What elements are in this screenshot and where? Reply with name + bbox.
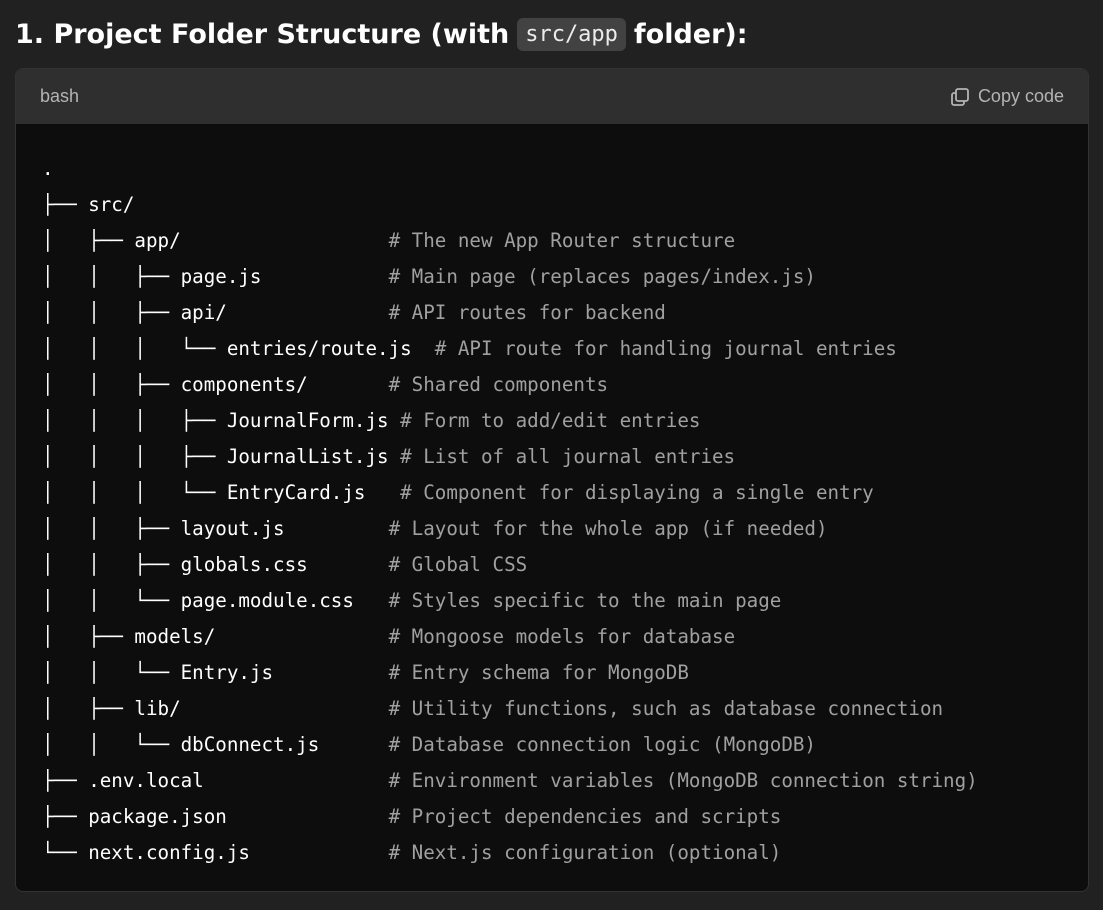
code-line-path: ├── package.json	[42, 805, 389, 828]
code-line-path: │ │ └── dbConnect.js	[42, 733, 389, 756]
code-line-path: │ │ │ └── entries/route.js	[42, 337, 435, 360]
code-line-path: │ │ ├── layout.js	[42, 517, 389, 540]
code-line-path: │ │ ├── api/	[42, 301, 389, 324]
code-line-comment: # Database connection logic (MongoDB)	[388, 733, 816, 756]
code-line: │ │ │ └── entries/route.js # API route f…	[42, 331, 1062, 367]
code-line: │ │ ├── api/ # API routes for backend	[42, 295, 1062, 331]
code-line: │ │ ├── components/ # Shared components	[42, 367, 1062, 403]
code-line-comment: # Mongoose models for database	[388, 625, 736, 648]
code-line: │ ├── models/ # Mongoose models for data…	[42, 619, 1062, 655]
heading-prefix: 1. Project Folder Structure (with	[15, 18, 510, 50]
code-line-path: │ │ ├── components/	[42, 373, 389, 396]
code-block-header: bash Copy code	[16, 69, 1088, 124]
heading-suffix: folder):	[633, 18, 748, 50]
code-line-path: │ │ └── page.module.css	[42, 589, 389, 612]
code-line-path: ├── src/	[42, 193, 135, 216]
code-line-path: │ ├── lib/	[42, 697, 389, 720]
code-line: │ │ │ ├── JournalForm.js # Form to add/e…	[42, 403, 1062, 439]
code-line: │ │ │ └── EntryCard.js # Component for d…	[42, 475, 1062, 511]
code-line-comment: # Utility functions, such as database co…	[388, 697, 944, 720]
code-line-comment: # Layout for the whole app (if needed)	[388, 517, 828, 540]
code-line: │ │ ├── layout.js # Layout for the whole…	[42, 511, 1062, 547]
code-line: ├── src/	[42, 187, 1062, 223]
code-line: │ │ └── Entry.js # Entry schema for Mong…	[42, 655, 1062, 691]
code-line-comment: # Environment variables (MongoDB connect…	[388, 769, 978, 792]
copy-code-label: Copy code	[977, 86, 1064, 106]
code-line-path: │ │ │ └── EntryCard.js	[42, 481, 401, 504]
code-line-comment: # API route for handling journal entries	[434, 337, 897, 360]
code-line-path: │ ├── models/	[42, 625, 389, 648]
code-line-path: │ ├── app/	[42, 229, 389, 252]
section-heading: 1. Project Folder Structure (with src/ap…	[15, 15, 748, 53]
code-line-comment: # Entry schema for MongoDB	[388, 661, 689, 684]
code-line-comment: # List of all journal entries	[400, 445, 736, 468]
copy-code-button[interactable]: Copy code	[950, 86, 1064, 107]
code-line-path: │ │ └── Entry.js	[42, 661, 389, 684]
code-line: │ ├── app/ # The new App Router structur…	[42, 223, 1062, 259]
code-line-comment: # Project dependencies and scripts	[388, 805, 782, 828]
code-line: │ ├── lib/ # Utility functions, such as …	[42, 691, 1062, 727]
code-line-comment: # Main page (replaces pages/index.js)	[388, 265, 816, 288]
code-line-comment: # Global CSS	[388, 553, 528, 576]
code-language-label: bash	[40, 86, 80, 106]
code-line: │ │ │ ├── JournalList.js # List of all j…	[42, 439, 1062, 475]
code-line: └── next.config.js # Next.js configurati…	[42, 835, 1062, 871]
code-line-path: │ │ │ ├── JournalForm.js	[42, 409, 401, 432]
code-content: . ├── src/ │ ├── app/ # The new App Router…	[16, 124, 1088, 871]
code-line-comment: # The new App Router structure	[388, 229, 736, 252]
code-line-path: │ │ ├── globals.css	[42, 553, 389, 576]
code-body: . ├── src/ │ ├── app/ # The new App Router…	[16, 124, 1088, 871]
code-line: .	[42, 151, 1062, 187]
code-block: bash Copy code . ├── src/ │ ├── app/ # The…	[15, 68, 1089, 892]
code-line: ├── package.json # Project dependencies …	[42, 799, 1062, 835]
code-line-comment: # Shared components	[388, 373, 609, 396]
code-line: │ │ └── page.module.css # Styles specifi…	[42, 583, 1062, 619]
code-line: │ │ └── dbConnect.js # Database connecti…	[42, 727, 1062, 763]
code-line-comment: # API routes for backend	[388, 301, 666, 324]
code-line-comment: # Next.js configuration (optional)	[388, 841, 782, 864]
code-line-path: └── next.config.js	[42, 841, 389, 864]
code-line: │ │ ├── page.js # Main page (replaces pa…	[42, 259, 1062, 295]
code-line-path: .	[42, 157, 54, 180]
code-line-comment: # Form to add/edit entries	[400, 409, 701, 432]
heading-inline-code: src/app	[517, 17, 626, 51]
copy-icon	[950, 87, 970, 107]
code-line-comment: # Component for displaying a single entr…	[400, 481, 874, 504]
code-line: │ │ ├── globals.css # Global CSS	[42, 547, 1062, 583]
code-line-path: ├── .env.local	[42, 769, 389, 792]
code-line-path: │ │ ├── page.js	[42, 265, 389, 288]
code-line-path: │ │ │ ├── JournalList.js	[42, 445, 401, 468]
code-line-comment: # Styles specific to the main page	[388, 589, 782, 612]
code-line: ├── .env.local # Environment variables (…	[42, 763, 1062, 799]
